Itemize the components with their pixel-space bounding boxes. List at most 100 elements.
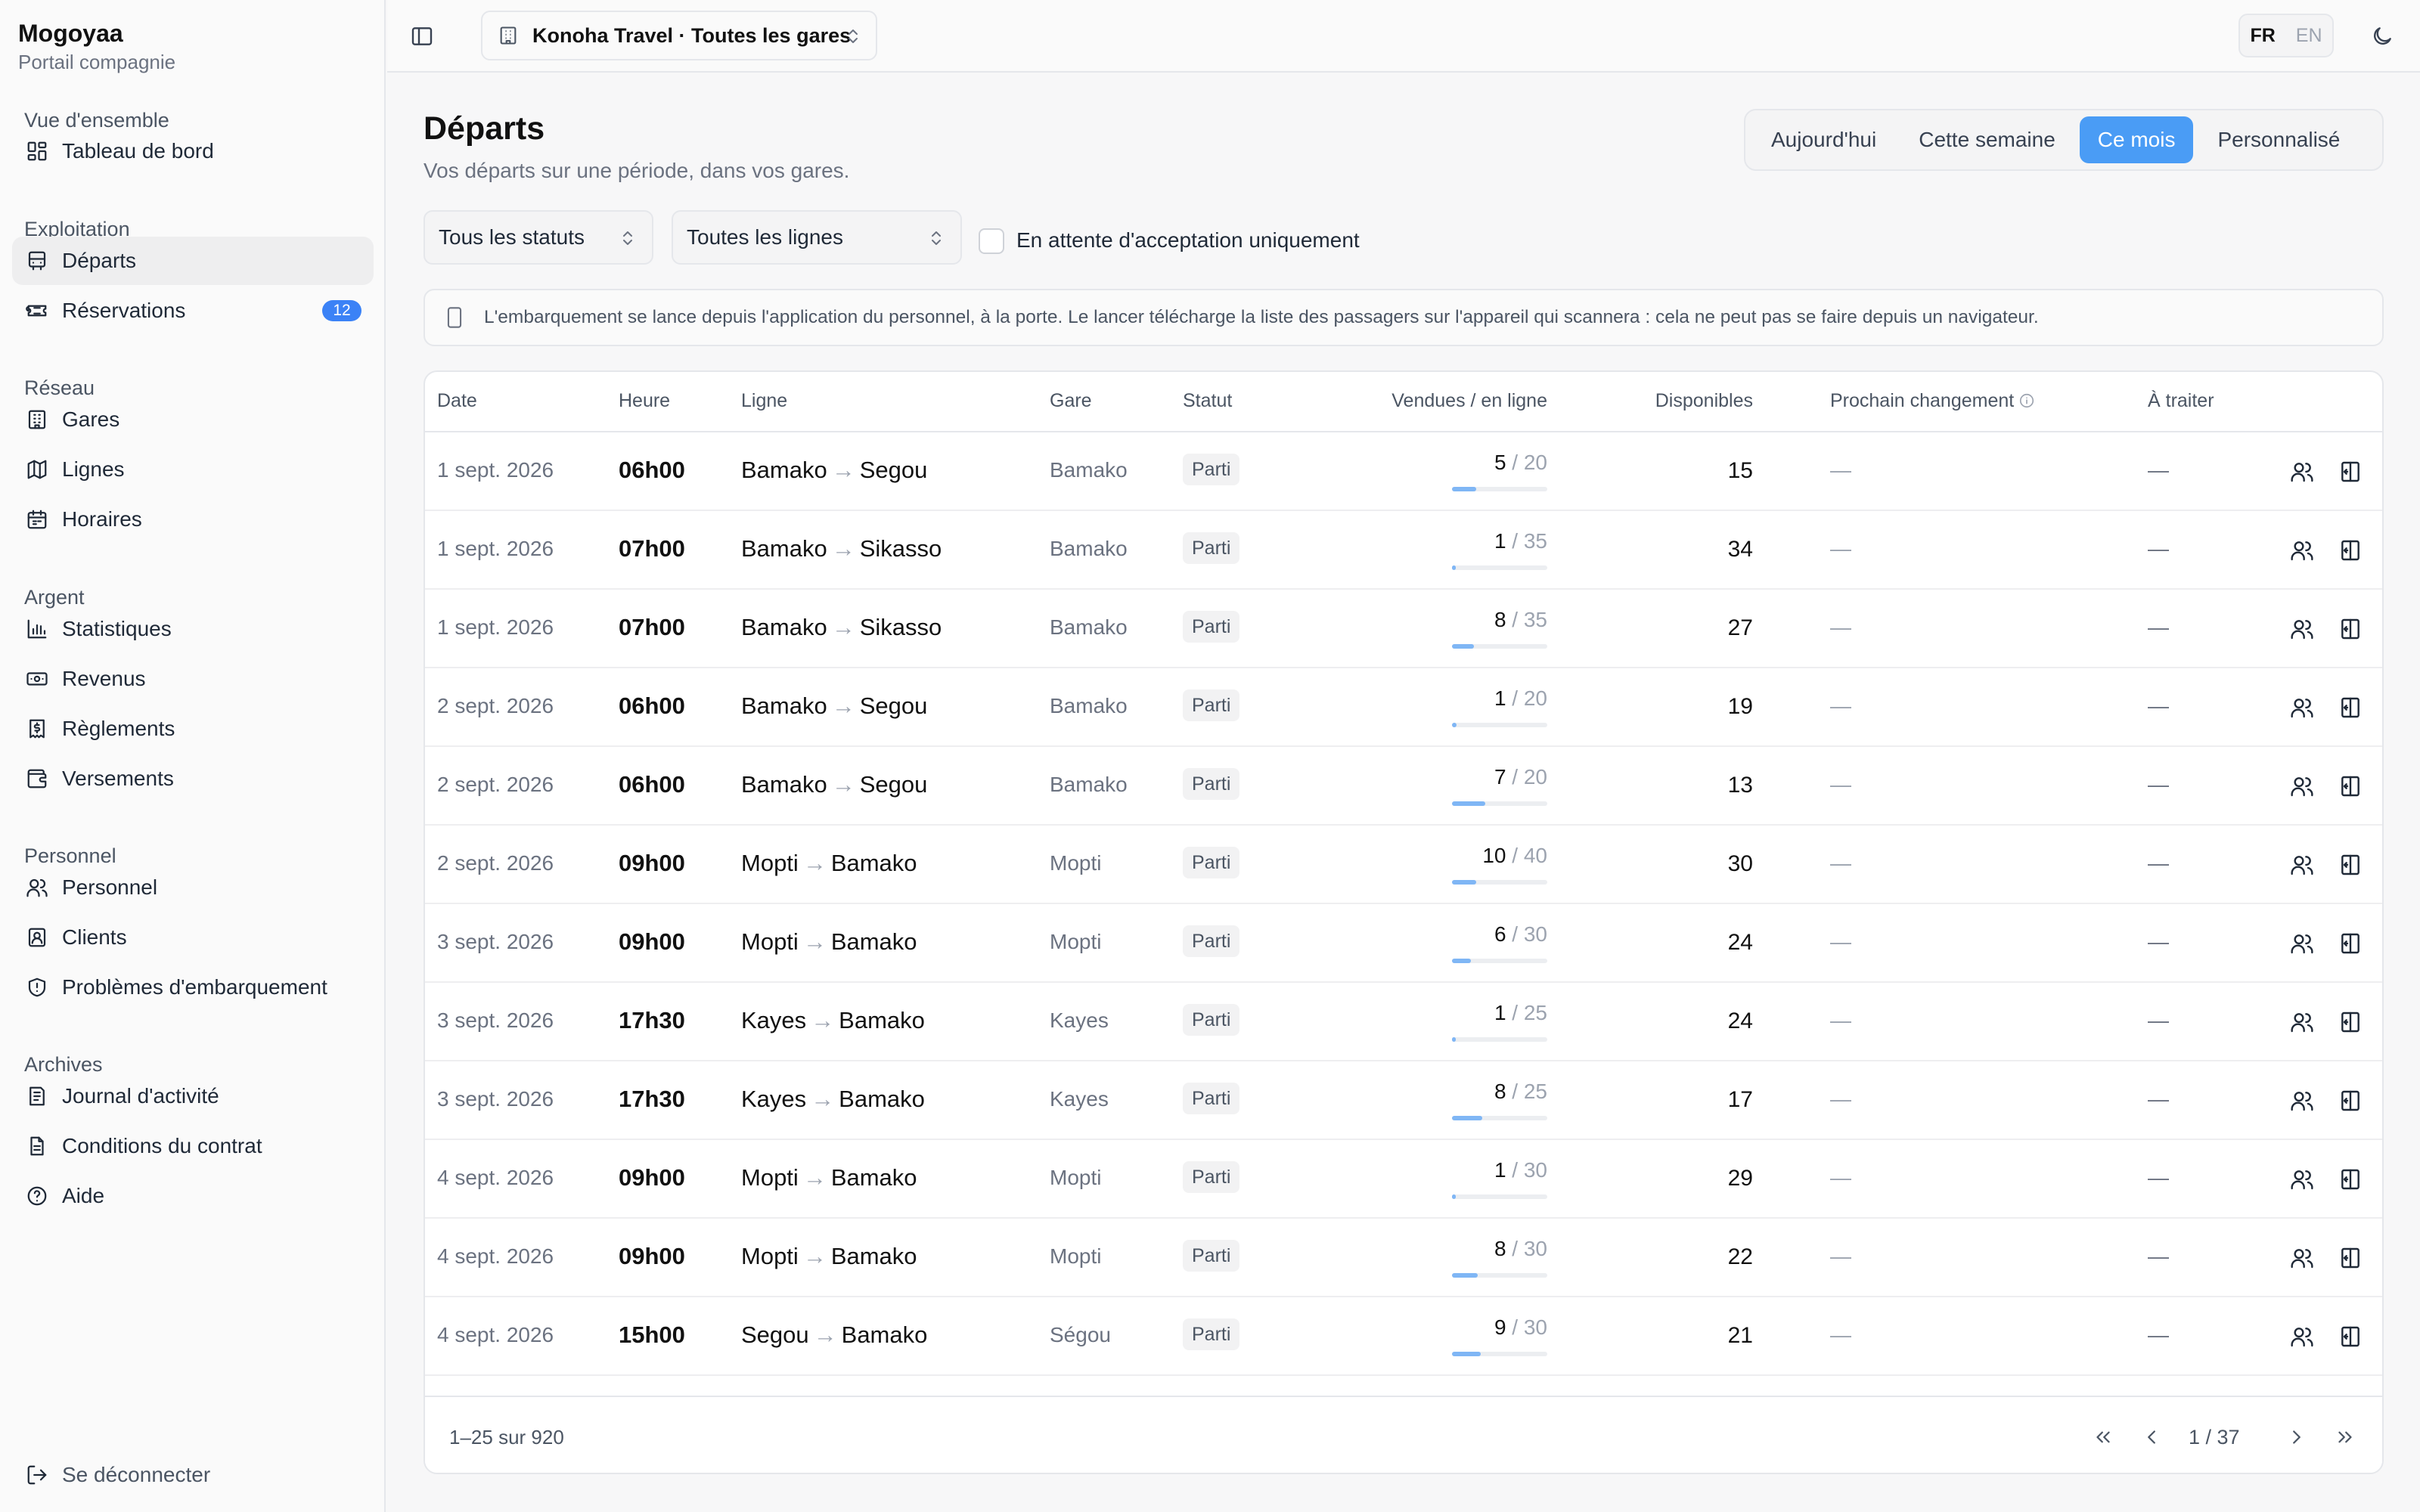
table-row[interactable]: 3 sept. 2026 09h00 Mopti → Bamako Mopti Parti 6… [425, 904, 2382, 983]
next-page-icon[interactable] [2285, 1426, 2308, 1448]
to-process: — [2148, 537, 2169, 560]
col-status[interactable]: Statut [1183, 390, 1232, 412]
line-destination: Sikasso [859, 535, 942, 562]
sidebar-item-clients[interactable]: Clients [12, 913, 374, 962]
departure-date: 1 sept. 2026 [437, 615, 554, 639]
boarding-door-icon[interactable] [2338, 617, 2363, 641]
period-tab-2[interactable]: Ce mois [2079, 116, 2194, 163]
sidebar-item-gares[interactable]: Gares [12, 395, 374, 444]
company-station-select[interactable]: Konoha Travel · Toutes les gares [481, 11, 877, 60]
sidebar-item-lignes[interactable]: Lignes [12, 445, 374, 494]
page-subtitle: Vos départs sur une période, dans vos ga… [424, 159, 850, 182]
passengers-icon[interactable] [2290, 1010, 2314, 1034]
boarding-door-icon[interactable] [2338, 1246, 2363, 1270]
first-page-icon[interactable] [2092, 1426, 2114, 1448]
lang-en[interactable]: EN [2296, 25, 2322, 47]
passengers-icon[interactable] [2290, 774, 2314, 798]
line-filter-select[interactable]: Toutes les lignes [672, 210, 962, 265]
fill-progress-value [1452, 644, 1474, 649]
boarding-door-icon[interactable] [2338, 696, 2363, 720]
logout-button[interactable]: Se déconnecter [12, 1451, 374, 1499]
sidebar-item-revenus[interactable]: Revenus [12, 655, 374, 703]
col-time[interactable]: Heure [619, 390, 670, 412]
col-next-change[interactable]: Prochain changement [1830, 390, 2035, 412]
boarding-door-icon[interactable] [2338, 1325, 2363, 1349]
sidebar-item-journal-d-activite[interactable]: Journal d'activité [12, 1072, 374, 1120]
boarding-door-icon[interactable] [2338, 1089, 2363, 1113]
col-sold[interactable]: Vendues / en ligne [1320, 390, 1547, 412]
table-row[interactable]: 1 sept. 2026 07h00 Bamako → Sikasso Bamako Par… [425, 590, 2382, 668]
sidebar-item-personnel[interactable]: Personnel [12, 863, 374, 912]
sidebar-item-conditions-du-contrat[interactable]: Conditions du contrat [12, 1122, 374, 1170]
line-destination: Bamako [830, 850, 917, 876]
pending-only-label[interactable]: En attente d'acceptation uniquement [1016, 228, 1360, 253]
moon-icon[interactable] [2370, 24, 2394, 48]
pending-only-checkbox[interactable] [979, 228, 1004, 254]
passengers-icon[interactable] [2290, 696, 2314, 720]
passengers-icon[interactable] [2290, 931, 2314, 956]
sold-value: 8 [1494, 1237, 1506, 1260]
col-available[interactable]: Disponibles [1617, 390, 1753, 412]
sidebar-item-tableau-de-bord[interactable]: Tableau de bord [12, 127, 374, 175]
last-page-icon[interactable] [2334, 1426, 2356, 1448]
departure-station: Kayes [1050, 1009, 1109, 1032]
passengers-icon[interactable] [2290, 853, 2314, 877]
col-date[interactable]: Date [437, 390, 477, 412]
online-total: / 35 [1506, 529, 1547, 553]
table-row[interactable]: 4 sept. 2026 15h00 Segou → Bamako Ségou Parti 9… [425, 1297, 2382, 1376]
col-line[interactable]: Ligne [741, 390, 787, 412]
table-row[interactable]: 3 sept. 2026 17h30 Kayes → Bamako Kayes Parti 1… [425, 983, 2382, 1061]
fill-progress-value [1452, 1116, 1483, 1120]
sidebar-item-departs[interactable]: Départs [12, 237, 374, 285]
boarding-door-icon[interactable] [2338, 853, 2363, 877]
departure-station: Mopti [1050, 1244, 1102, 1268]
table-body: 1 sept. 2026 06h00 Bamako → Segou Bamako Parti… [425, 432, 2382, 1390]
table-row[interactable]: 1 sept. 2026 07h00 Bamako → Sikasso Bamako Par… [425, 511, 2382, 590]
line-destination: Bamako [830, 928, 917, 955]
sidebar-item-label: Règlements [62, 717, 175, 740]
lang-fr[interactable]: FR [2250, 25, 2275, 47]
boarding-door-icon[interactable] [2338, 931, 2363, 956]
sidebar-item-reglements[interactable]: Règlements [12, 705, 374, 753]
passengers-icon[interactable] [2290, 1089, 2314, 1113]
sidebar-item-label: Revenus [62, 667, 146, 690]
passengers-icon[interactable] [2290, 538, 2314, 562]
sidebar-item-aide[interactable]: Aide [12, 1172, 374, 1220]
period-tab-0[interactable]: Aujourd'hui [1753, 116, 1894, 163]
departure-line: Mopti → Bamako [741, 1164, 917, 1191]
table-row[interactable]: 2 sept. 2026 06h00 Bamako → Segou Bamako Parti… [425, 747, 2382, 826]
table-row[interactable]: 1 sept. 2026 06h00 Bamako → Segou Bamako Parti… [425, 432, 2382, 511]
period-tab-3[interactable]: Personnalisé [2199, 116, 2358, 163]
previous-page-icon[interactable] [2140, 1426, 2163, 1448]
sidebar-item-reservations[interactable]: Réservations 12 [12, 287, 374, 335]
boarding-door-icon[interactable] [2338, 774, 2363, 798]
status-filter-select[interactable]: Tous les statuts [424, 210, 653, 265]
departure-date: 3 sept. 2026 [437, 1087, 554, 1111]
sidebar-item-horaires[interactable]: Horaires [12, 495, 374, 544]
boarding-door-icon[interactable] [2338, 538, 2363, 562]
sidebar-item-statistiques[interactable]: Statistiques [12, 605, 374, 653]
language-switch[interactable]: FR EN [2238, 14, 2334, 57]
table-row[interactable]: 4 sept. 2026 09h00 Mopti → Bamako Mopti Parti 1… [425, 1140, 2382, 1219]
col-todo[interactable]: À traiter [2148, 390, 2214, 412]
boarding-door-icon[interactable] [2338, 460, 2363, 484]
arrow-right-icon: → [831, 614, 855, 640]
table-row[interactable]: 4 sept. 2026 09h00 Mopti → Bamako Mopti Parti 8… [425, 1219, 2382, 1297]
passengers-icon[interactable] [2290, 460, 2314, 484]
boarding-door-icon[interactable] [2338, 1167, 2363, 1191]
passengers-icon[interactable] [2290, 1167, 2314, 1191]
info-icon[interactable] [2018, 392, 2035, 409]
table-row[interactable]: 3 sept. 2026 17h30 Kayes → Bamako Kayes Parti 8… [425, 1061, 2382, 1140]
boarding-door-icon[interactable] [2338, 1010, 2363, 1034]
sidebar-toggle-icon[interactable] [410, 24, 434, 48]
table-row[interactable]: 2 sept. 2026 06h00 Bamako → Segou Bamako Parti… [425, 668, 2382, 747]
sidebar-item-problemes-d-embarquement[interactable]: Problèmes d'embarquement [12, 963, 374, 1012]
period-tab-1[interactable]: Cette semaine [1900, 116, 2074, 163]
table-row[interactable]: 2 sept. 2026 09h00 Mopti → Bamako Mopti Parti 1… [425, 826, 2382, 904]
passengers-icon[interactable] [2290, 1325, 2314, 1349]
passengers-icon[interactable] [2290, 1246, 2314, 1270]
sidebar-item-versements[interactable]: Versements [12, 754, 374, 803]
col-station[interactable]: Gare [1050, 390, 1092, 412]
passengers-icon[interactable] [2290, 617, 2314, 641]
arrow-right-icon: → [802, 850, 827, 876]
